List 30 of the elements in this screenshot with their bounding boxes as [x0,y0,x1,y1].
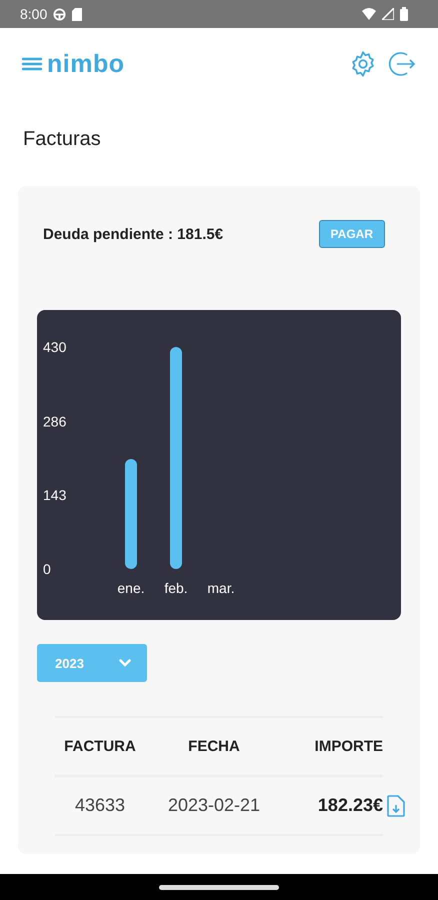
steering-wheel-icon [53,8,66,20]
x-tick-label: ene. [117,580,145,596]
menu-icon[interactable] [22,57,42,71]
logo: nimbo [47,50,124,78]
page-title: Facturas [22,127,102,152]
x-tick-label: mar. [207,580,235,596]
column-header: IMPORTE [314,738,383,755]
pending-debt-text: Deuda pendiente : 181.5€ [43,226,224,242]
sim-card-icon [72,8,82,20]
y-tick-label: 286 [43,413,66,430]
y-tick-label: 143 [43,487,66,504]
wifi-icon [362,8,376,20]
year-dropdown[interactable]: 2023 [37,644,147,682]
pay-button[interactable]: PAGAR [318,220,385,248]
chevron-down-icon [119,659,131,667]
logout-icon[interactable] [386,49,416,79]
y-tick-label: 430 [43,339,66,355]
signal-icon [382,8,394,20]
column-header: FACTURA [63,738,137,755]
battery-icon [400,7,408,21]
status-time: 8:00 [20,6,48,22]
x-tick-label: feb. [164,580,188,596]
y-tick-label: 0 [43,561,51,577]
home-indicator[interactable] [159,884,279,890]
settings-icon[interactable] [349,50,377,78]
table-cell-text: 43633 [74,795,126,816]
table-cell-text: 2023-02-21 [166,795,262,816]
file-download-icon[interactable] [387,794,405,816]
table-cell: 182.23€ [318,795,383,816]
column-header: FECHA [187,738,241,755]
